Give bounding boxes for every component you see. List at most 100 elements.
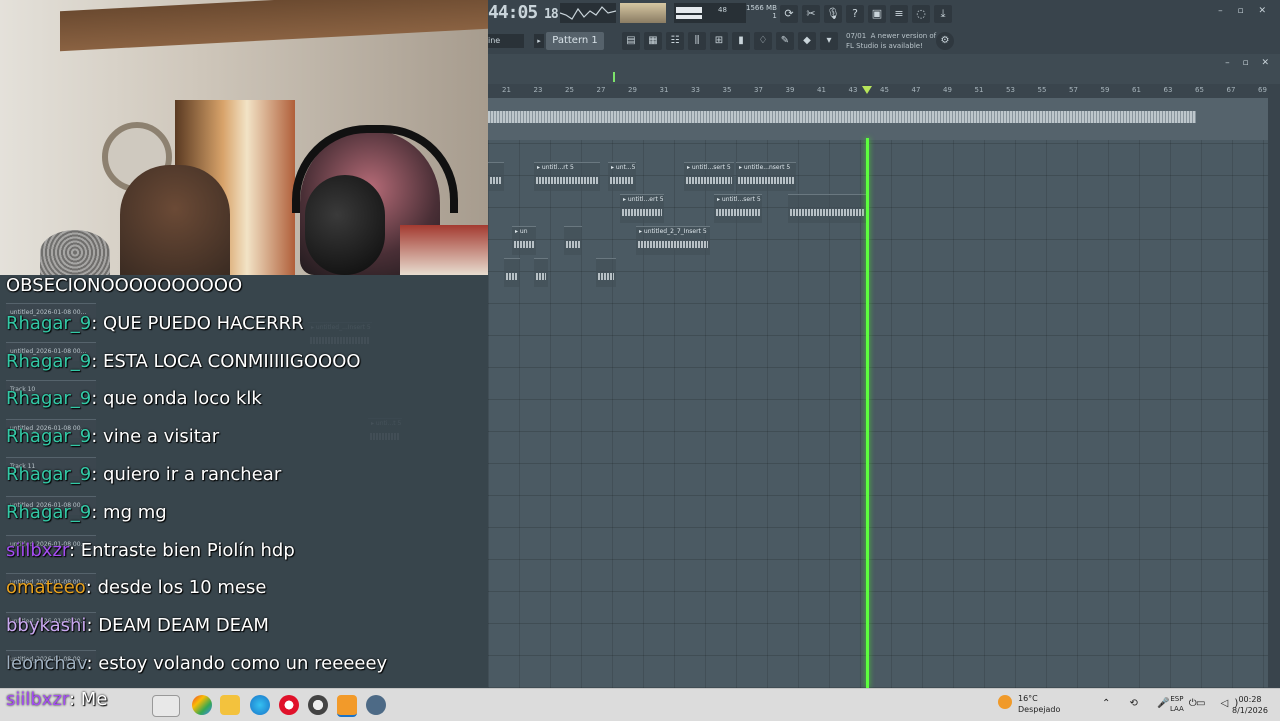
overview-audio-track[interactable]: [488, 98, 1268, 140]
settings-icon[interactable]: [366, 695, 386, 715]
timeline-ruler[interactable]: 21 23 25 27 29 31 33 35 37 39 41 43 45 47 49 51 53 55 57 59…: [488, 84, 1268, 99]
playlist-scrollbar[interactable]: [1268, 84, 1280, 688]
save-icon[interactable]: ▣: [868, 5, 886, 23]
audio-clip[interactable]: ▸ untitl...sert 5: [684, 162, 734, 191]
audio-clip[interactable]: [564, 226, 582, 255]
playlist-window: – ▫ ✕ 21 23 25 27 29 31 33 35 37 39 41 43 45 47 49 51 53…: [308, 54, 1280, 688]
chat-icon[interactable]: ◌: [912, 5, 930, 23]
playhead-marker[interactable]: [862, 86, 872, 94]
edge-icon[interactable]: [250, 695, 270, 715]
snap-mode-select[interactable]: ine: [488, 34, 524, 48]
news-settings-icon[interactable]: ⚙: [936, 32, 954, 50]
ruler-tick: 27: [596, 86, 606, 94]
audio-clip[interactable]: [534, 258, 548, 287]
clip-waveform: [536, 177, 598, 184]
clip-waveform: [490, 177, 502, 184]
clip-label: ▸ untitled_2_7_Insert 5: [639, 228, 707, 235]
brush-icon[interactable]: ✎: [776, 32, 794, 50]
mixer-icon[interactable]: ≡: [890, 5, 908, 23]
record-icon[interactable]: ◆: [798, 32, 816, 50]
audio-clip[interactable]: ▸ untitl...ert 5: [620, 194, 664, 223]
scissors-icon[interactable]: ✂: [802, 5, 820, 23]
ruler-tick: 31: [659, 86, 669, 94]
webcam-pillow: [400, 225, 488, 275]
pattern-arrow-icon[interactable]: ▸: [534, 34, 544, 48]
playhead-line: [866, 138, 869, 688]
opera-icon[interactable]: [279, 695, 299, 715]
chat-message: Rhagar_9: ESTA LOCA CONMIIIIIGOOOO: [6, 351, 361, 372]
chat-text: : estoy volando como un reeeeey: [86, 653, 388, 674]
chat-username: Rhagar_9: [6, 388, 92, 410]
pattern-selector[interactable]: Pattern 1: [546, 32, 604, 50]
audio-clip[interactable]: [488, 162, 504, 191]
system-tray-icons[interactable]: ⌃ ⟲ 🎤 ⏻: [1102, 698, 1205, 709]
mixer-view-icon[interactable]: ⫼: [688, 32, 706, 50]
chat-text: : QUE PUEDO HACERRR: [91, 312, 304, 334]
audio-clip[interactable]: ▸ untitle...nsert 5: [736, 162, 796, 191]
playlist-grid[interactable]: [488, 140, 1268, 688]
window-controls[interactable]: – ▫ ✕: [1218, 6, 1272, 16]
clip-label: ▸ untitl...sert 5: [687, 164, 731, 171]
chat-message: Rhagar_9: QUE PUEDO HACERRR: [6, 313, 304, 334]
poly-bar: [676, 15, 702, 19]
clip-label: ▸ untitle...nsert 5: [739, 164, 791, 171]
news-panel[interactable]: 07/01 A newer version of FL Studio is av…: [846, 31, 936, 51]
chat-username: bbykashi: [6, 615, 87, 637]
playlist-window-controls[interactable]: – ▫ ✕: [1225, 58, 1274, 68]
browser-icon[interactable]: ⊞: [710, 32, 728, 50]
audio-clip[interactable]: ▸ unt...5: [608, 162, 636, 191]
chat-username: siilbxzr: [6, 689, 69, 710]
help-icon[interactable]: ?: [846, 5, 864, 23]
clip-waveform: [790, 209, 864, 216]
audio-clip[interactable]: [504, 258, 520, 287]
audio-clip[interactable]: ▸ untitl...sert 5: [714, 194, 762, 223]
clip-waveform: [686, 177, 732, 184]
audio-clip[interactable]: ▸ un: [512, 226, 536, 255]
ruler-tick: 23: [533, 86, 543, 94]
bulb-icon[interactable]: ♢: [754, 32, 772, 50]
cpu-meter: 48: [674, 3, 746, 23]
song-position-marker[interactable]: [613, 72, 615, 82]
chat-message: OBSECIONOOOOOOOOOO: [6, 275, 242, 296]
chat-username: omateeo: [6, 577, 86, 599]
clip-waveform: [638, 241, 708, 248]
obs-icon[interactable]: [308, 695, 328, 715]
chat-text: : vine a visitar: [91, 426, 220, 448]
export-icon[interactable]: ▾: [820, 32, 838, 50]
temperature: 16°C: [1018, 694, 1038, 703]
clip-label: ▸ unt...5: [611, 164, 636, 171]
clip-label: ▸ un: [515, 228, 528, 235]
audio-clip[interactable]: ▸ untitl...rt 5: [534, 162, 600, 191]
clip-waveform: [610, 177, 634, 184]
file-explorer-icon[interactable]: [220, 695, 240, 715]
fl-studio-icon[interactable]: [337, 695, 357, 717]
chat-message: Rhagar_9: vine a visitar: [6, 426, 219, 447]
chat-overlay: untitled_2026-01-08 00... untitled_2026-0…: [0, 275, 488, 688]
fl-secondary-toolbar: ine ▸ Pattern 1 ▤ ▦ ☷ ⫼ ⊞ ▮ ♢ ✎ ◆ ▾ 07/0…: [488, 28, 1280, 54]
chat-text: : desde los 10 mese: [85, 577, 267, 599]
search-app-icon[interactable]: [152, 695, 180, 717]
microphone-icon[interactable]: 🎙: [824, 5, 842, 23]
audio-clip[interactable]: [596, 258, 616, 287]
plugin-icon[interactable]: ▮: [732, 32, 750, 50]
weather-widget[interactable]: 16°C Despejado: [998, 693, 1060, 717]
webcam-fan: [40, 230, 110, 275]
audio-clip[interactable]: [788, 194, 866, 223]
channel-rack-icon[interactable]: ☷: [666, 32, 684, 50]
chat-message: siilbxzr: Entraste bien Piolín hdp: [6, 540, 295, 561]
language-indicator[interactable]: ESP LAA: [1170, 694, 1184, 714]
chat-text: OBSECIONOOOOOOOOOO: [6, 275, 243, 296]
song-time-display[interactable]: 44:05 18: [488, 2, 559, 23]
piano-roll-icon[interactable]: ▦: [644, 32, 662, 50]
clip-waveform: [566, 241, 580, 248]
refresh-icon[interactable]: ⟳: [780, 5, 798, 23]
playlist-icon[interactable]: ▤: [622, 32, 640, 50]
taskbar-clock[interactable]: 00:28 8/1/2026: [1232, 694, 1268, 716]
master-volume-slider[interactable]: [620, 3, 666, 23]
playlist-header: – ▫ ✕: [488, 54, 1280, 84]
download-icon[interactable]: ⤓: [934, 5, 952, 23]
chat-text: : ESTA LOCA CONMIIIIIGOOOO: [91, 350, 361, 372]
chrome-icon[interactable]: [192, 695, 212, 715]
clip-waveform: [738, 177, 794, 184]
audio-clip[interactable]: ▸ untitled_2_7_Insert 5: [636, 226, 710, 255]
